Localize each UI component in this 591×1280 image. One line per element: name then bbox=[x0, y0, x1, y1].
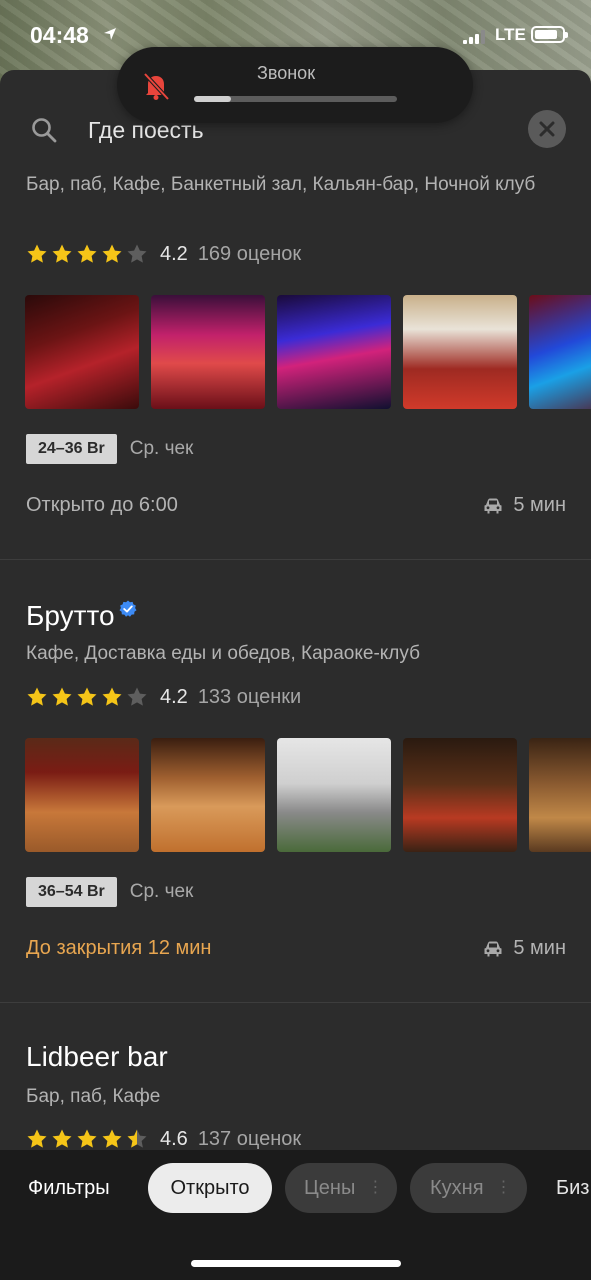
stars bbox=[26, 243, 151, 265]
price-row: 36–54 Br Ср. чек bbox=[26, 877, 193, 907]
filter-chip-prices[interactable]: Цены ⋮ bbox=[285, 1163, 397, 1213]
home-indicator[interactable] bbox=[191, 1260, 401, 1267]
star-filled-icon bbox=[77, 244, 97, 263]
star-filled-icon bbox=[102, 244, 122, 263]
filter-chip-label: Цены bbox=[304, 1176, 356, 1199]
star-filled-icon bbox=[77, 687, 97, 706]
result-title-row: Lidbeer bar bbox=[26, 1041, 168, 1073]
star-filled-icon bbox=[77, 1129, 97, 1148]
photo[interactable] bbox=[151, 295, 265, 409]
star-filled-icon bbox=[27, 1129, 47, 1148]
star-filled-icon bbox=[102, 1129, 122, 1148]
star-filled-icon bbox=[27, 687, 47, 706]
result-categories: Бар, паб, Кафе bbox=[26, 1086, 161, 1107]
screen: 04:48 LTE Где поесть Звонок Бар, паб, Ка… bbox=[0, 0, 591, 1280]
verified-badge-icon bbox=[119, 600, 137, 617]
car-icon bbox=[484, 498, 502, 513]
filters-button[interactable]: Фильтры bbox=[28, 1177, 110, 1200]
photo[interactable] bbox=[403, 295, 517, 409]
more-options-icon: ⋮ bbox=[367, 1179, 384, 1196]
open-status: До закрытия 12 мин bbox=[26, 937, 212, 959]
star-filled-icon bbox=[52, 1129, 72, 1148]
filter-chip-label: Кухня bbox=[430, 1176, 484, 1199]
result-categories: Кафе, Доставка еды и обедов, Караоке-клу… bbox=[26, 643, 420, 664]
drive-time-text: 5 мин bbox=[513, 937, 566, 959]
price-chip: 24–36 Br bbox=[26, 434, 117, 464]
rating-row: 4.6 137 оценок bbox=[26, 1126, 301, 1152]
result-card[interactable]: Брутто Кафе, Доставка еды и обедов, Кара… bbox=[0, 560, 591, 1002]
rating-count: 137 оценок bbox=[197, 1127, 302, 1150]
photo[interactable] bbox=[529, 295, 591, 409]
filter-chip-cuisine[interactable]: Кухня ⋮ bbox=[410, 1163, 527, 1213]
result-title: Lidbeer bar bbox=[26, 1041, 168, 1072]
photo[interactable] bbox=[529, 738, 591, 852]
status-row: До закрытия 12 мин 5 мин bbox=[26, 937, 566, 963]
drive-time: 5 мин bbox=[483, 494, 566, 517]
star-filled-icon bbox=[102, 687, 122, 706]
open-status: Открыто до 6:00 bbox=[26, 494, 178, 516]
rating-count: 169 оценок bbox=[197, 242, 302, 265]
filter-chip-open[interactable]: Открыто bbox=[148, 1163, 272, 1213]
star-half-icon bbox=[127, 1129, 147, 1148]
rating-value: 4.2 bbox=[160, 685, 188, 708]
photo[interactable] bbox=[25, 738, 139, 852]
rating-row: 4.2 133 оценки bbox=[26, 684, 301, 710]
car-icon bbox=[484, 941, 502, 956]
result-categories: Бар, паб, Кафе, Банкетный зал, Кальян-ба… bbox=[26, 174, 536, 195]
rating-value: 4.6 bbox=[160, 1127, 188, 1150]
stars bbox=[26, 1128, 151, 1150]
result-title: Брутто bbox=[26, 600, 115, 631]
photo[interactable] bbox=[403, 738, 517, 852]
photo-carousel[interactable] bbox=[25, 738, 591, 852]
photo[interactable] bbox=[277, 738, 391, 852]
photo[interactable] bbox=[25, 295, 139, 409]
result-card[interactable]: Бар, паб, Кафе, Банкетный зал, Кальян-ба… bbox=[0, 0, 591, 560]
result-title-row: Брутто bbox=[26, 600, 137, 632]
stars bbox=[26, 686, 151, 708]
photo[interactable] bbox=[277, 295, 391, 409]
filter-chip-label: Открыто bbox=[170, 1176, 250, 1199]
star-filled-icon bbox=[52, 244, 72, 263]
rating-value: 4.2 bbox=[160, 242, 188, 265]
more-options-icon: ⋮ bbox=[495, 1179, 512, 1196]
result-card[interactable]: Lidbeer bar Бар, паб, Кафе 4.6 137 оцено… bbox=[0, 1003, 591, 1150]
star-filled-icon bbox=[52, 687, 72, 706]
status-row: Открыто до 6:00 5 мин bbox=[26, 494, 566, 520]
rating-count: 133 оценки bbox=[197, 685, 302, 708]
price-label: Ср. чек bbox=[129, 438, 194, 459]
filter-chip-partial[interactable]: Биз bbox=[556, 1177, 589, 1200]
price-label: Ср. чек bbox=[129, 881, 194, 902]
star-empty-icon bbox=[127, 244, 147, 263]
price-chip: 36–54 Br bbox=[26, 877, 117, 907]
price-row: 24–36 Br Ср. чек bbox=[26, 434, 193, 464]
photo[interactable] bbox=[151, 738, 265, 852]
drive-time-text: 5 мин bbox=[513, 494, 566, 516]
rating-row: 4.2 169 оценок bbox=[26, 241, 301, 267]
star-empty-icon bbox=[127, 687, 147, 706]
drive-time: 5 мин bbox=[483, 937, 566, 960]
photo-carousel[interactable] bbox=[25, 295, 591, 409]
star-filled-icon bbox=[27, 244, 47, 263]
